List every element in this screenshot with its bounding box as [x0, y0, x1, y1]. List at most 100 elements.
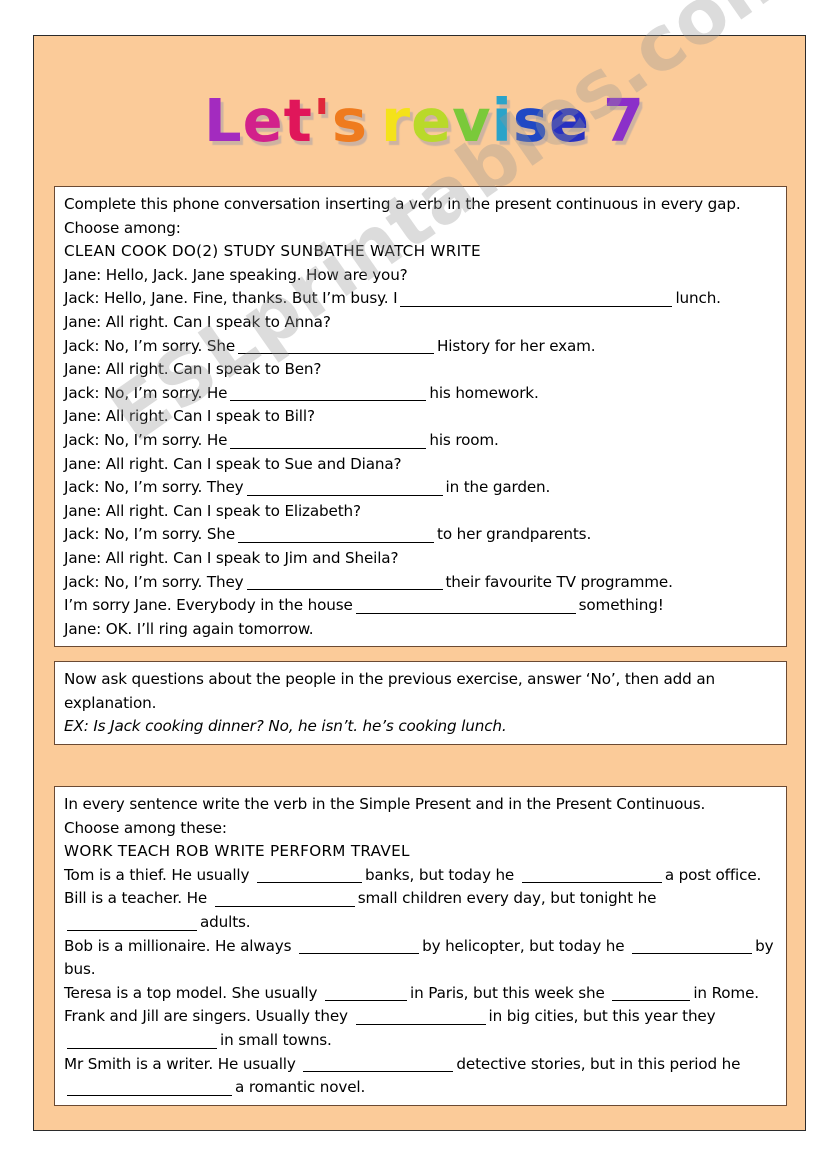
title-letter-7: e — [411, 86, 453, 155]
exercise-2-example: EX: Is Jack cooking dinner? No, he isn’t… — [64, 717, 507, 736]
line-text: to her grandparents. — [437, 525, 592, 544]
exercise-1-line: Jane: All right. Can I speak to Anna? — [64, 311, 777, 335]
answer-blank[interactable] — [214, 892, 355, 907]
title-letter-1: e — [242, 86, 284, 155]
exercise-1-line: Jack: No, I’m sorry. They their favourite… — [64, 571, 777, 595]
title-letter-9: i — [491, 86, 513, 155]
exercise-1-box: Complete this phone conversation inserti… — [54, 186, 787, 648]
line-text: something! — [578, 596, 664, 615]
answer-blank[interactable] — [238, 339, 435, 355]
answer-blank[interactable] — [67, 1081, 232, 1096]
line-text: his room. — [429, 430, 499, 449]
title-space — [368, 91, 381, 150]
answer-blank[interactable] — [355, 1010, 486, 1025]
exercise-1-line: Jane: All right. Can I speak to Jim and … — [64, 547, 777, 571]
line-text: Jack: Hello, Jane. Fine, thanks. But I’m… — [64, 289, 398, 308]
title-letter-8: v — [452, 86, 492, 155]
answer-blank[interactable] — [299, 939, 420, 955]
sentence-text: Tom is a thief. He usually — [64, 865, 255, 884]
line-text: Jane: All right. Can I speak to Anna? — [64, 312, 331, 331]
sentence-text: Bob is a millionaire. He always — [64, 936, 297, 955]
sentence-text: Teresa is a top model. She usually — [64, 983, 323, 1002]
answer-blank[interactable] — [521, 868, 662, 884]
line-text: his homework. — [429, 383, 539, 402]
exercise-3-sentences: Tom is a thief. He usually banks, but to… — [64, 864, 777, 1100]
exercise-3-box: In every sentence write the verb in the … — [54, 786, 787, 1106]
exercise-3-sentence: Teresa is a top model. She usually in Pa… — [64, 982, 777, 1006]
line-text: I’m sorry Jane. Everybody in the house — [64, 596, 353, 615]
line-text: Jack: No, I’m sorry. She — [64, 336, 236, 355]
answer-blank[interactable] — [303, 1057, 454, 1073]
sentence-text: detective stories, but in this period he — [456, 1054, 741, 1073]
answer-blank[interactable] — [230, 386, 427, 402]
sentence-text: a romantic novel. — [235, 1078, 366, 1097]
answer-blank[interactable] — [400, 292, 673, 307]
exercise-3-instruction: In every sentence write the verb in the … — [64, 795, 706, 813]
answer-blank[interactable] — [238, 528, 435, 543]
answer-blank[interactable] — [67, 1034, 217, 1049]
title-letter-10: s — [512, 86, 549, 155]
exercise-1-dialogue: Jane: Hello, Jack. Jane speaking. How ar… — [64, 264, 777, 642]
line-text: Jack: No, I’m sorry. He — [64, 430, 228, 449]
line-text: Jane: Hello, Jack. Jane speaking. How ar… — [64, 265, 408, 284]
sentence-text: banks, but today he — [365, 865, 519, 884]
exercise-2-instruction: Now ask questions about the people in th… — [64, 670, 715, 712]
line-text: Jane: OK. I’ll ring again tomorrow. — [64, 619, 314, 638]
exercise-1-line: Jane: All right. Can I speak to Ben? — [64, 358, 777, 382]
line-text: Jane: All right. Can I speak to Elizabet… — [64, 501, 361, 520]
line-text: lunch. — [675, 289, 721, 308]
sentence-text: Mr Smith is a writer. He usually — [64, 1054, 301, 1073]
exercise-1-verb-list: CLEAN COOK DO(2) STUDY SUNBATHE WATCH WR… — [64, 242, 481, 261]
exercise-1-instruction: Complete this phone conversation inserti… — [64, 195, 741, 213]
exercise-3-sentence: Frank and Jill are singers. Usually they… — [64, 1005, 777, 1052]
exercise-3-sentence: Bill is a teacher. He small children eve… — [64, 887, 777, 934]
sentence-text: in big cities, but this year they — [488, 1007, 716, 1026]
line-text: Jane: All right. Can I speak to Bill? — [64, 407, 315, 426]
exercise-3-choose-label: Choose among these: — [64, 818, 227, 837]
title-letter-2: t — [283, 86, 313, 155]
exercise-1-line: Jack: No, I’m sorry. He his homework. — [64, 382, 777, 406]
exercise-1-line: I’m sorry Jane. Everybody in the house so… — [64, 594, 777, 618]
answer-blank[interactable] — [612, 986, 691, 1002]
sentence-text: in Paris, but this week she — [410, 983, 610, 1002]
sentence-text: in small towns. — [220, 1030, 332, 1049]
exercise-2-box: Now ask questions about the people in th… — [54, 661, 787, 745]
exercise-1-line: Jane: OK. I’ll ring again tomorrow. — [64, 618, 777, 642]
exercise-1-line: Jane: All right. Can I speak to Elizabet… — [64, 500, 777, 524]
sentence-text: Frank and Jill are singers. Usually they — [64, 1007, 353, 1026]
line-text: Jane: All right. Can I speak to Ben? — [64, 360, 322, 379]
line-text: in the garden. — [445, 478, 551, 497]
exercise-1-line: Jack: No, I’m sorry. They in the garden. — [64, 476, 777, 500]
sentence-text: by helicopter, but today he — [422, 936, 630, 955]
line-text: Jane: All right. Can I speak to Jim and … — [64, 548, 399, 567]
sentence-text: adults. — [200, 912, 251, 931]
exercise-1-line: Jane: Hello, Jack. Jane speaking. How ar… — [64, 264, 777, 288]
exercise-3-sentence: Bob is a millionaire. He always by helic… — [64, 935, 777, 982]
exercise-3-verb-list: WORK TEACH ROB WRITE PERFORM TRAVEL — [64, 842, 410, 861]
line-text: History for her exam. — [437, 336, 596, 355]
line-text: Jack: No, I’m sorry. He — [64, 383, 228, 402]
sentence-text: Bill is a teacher. He — [64, 889, 212, 908]
answer-blank[interactable] — [67, 916, 197, 931]
answer-blank[interactable] — [246, 481, 443, 496]
answer-blank[interactable] — [325, 986, 408, 1002]
title-letter-3: ' — [312, 86, 332, 155]
exercise-1-line: Jack: Hello, Jane. Fine, thanks. But I’m… — [64, 287, 777, 311]
worksheet-title-area: Let's revise 7 — [34, 91, 807, 201]
title-letter-0: L — [203, 86, 243, 155]
page-title: Let's revise 7 — [196, 91, 645, 150]
title-letter-4: s — [331, 86, 368, 155]
line-text: Jane: All right. Can I speak to Sue and … — [64, 454, 402, 473]
answer-blank[interactable] — [230, 434, 427, 449]
answer-blank[interactable] — [246, 575, 443, 591]
sentence-text: small children every day, but tonight he — [357, 889, 657, 908]
answer-blank[interactable] — [355, 599, 576, 614]
line-text: their favourite TV programme. — [445, 572, 673, 591]
answer-blank[interactable] — [257, 868, 363, 884]
exercise-1-line: Jane: All right. Can I speak to Sue and … — [64, 453, 777, 477]
sentence-text: in Rome. — [693, 983, 759, 1002]
answer-blank[interactable] — [632, 939, 753, 955]
title-letter-11: e — [548, 86, 590, 155]
exercise-1-line: Jack: No, I’m sorry. He his room. — [64, 429, 777, 453]
exercise-3-sentence: Mr Smith is a writer. He usually detecti… — [64, 1053, 777, 1100]
